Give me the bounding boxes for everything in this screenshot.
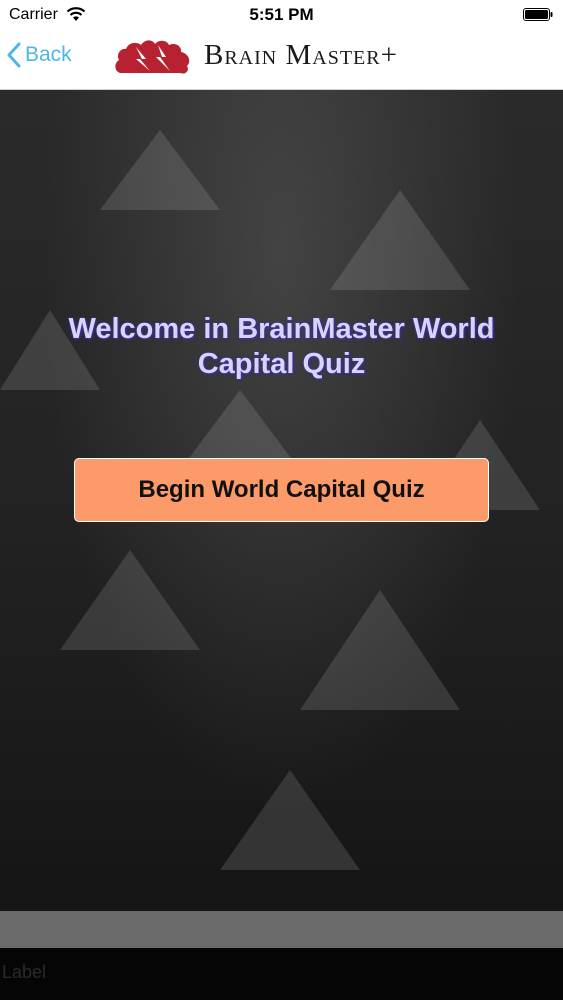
welcome-heading: Welcome in BrainMaster World Capital Qui…	[30, 312, 533, 382]
welcome-line-1: Welcome in BrainMaster World	[68, 313, 495, 345]
bottom-divider-bar	[0, 911, 563, 948]
back-button[interactable]: Back	[6, 40, 72, 70]
back-label: Back	[25, 43, 72, 66]
begin-quiz-button[interactable]: Begin World Capital Quiz	[74, 458, 489, 522]
brand-title: Brain Master+	[204, 38, 398, 71]
navigation-bar: Back Brain Master+	[0, 30, 563, 90]
quiz-welcome-screen: Welcome in BrainMaster World Capital Qui…	[0, 90, 563, 911]
battery-icon	[523, 8, 553, 21]
footer-label: Label	[2, 962, 47, 982]
clock: 5:51 PM	[249, 5, 314, 24]
status-bar: Carrier 5:51 PM	[0, 0, 563, 30]
bottom-bar: Label	[0, 948, 563, 1000]
welcome-line-2: Capital Quiz	[197, 348, 366, 380]
chevron-left-icon	[7, 42, 21, 68]
app-logo: Brain Master+	[114, 33, 398, 77]
brain-logo-icon	[115, 40, 190, 74]
